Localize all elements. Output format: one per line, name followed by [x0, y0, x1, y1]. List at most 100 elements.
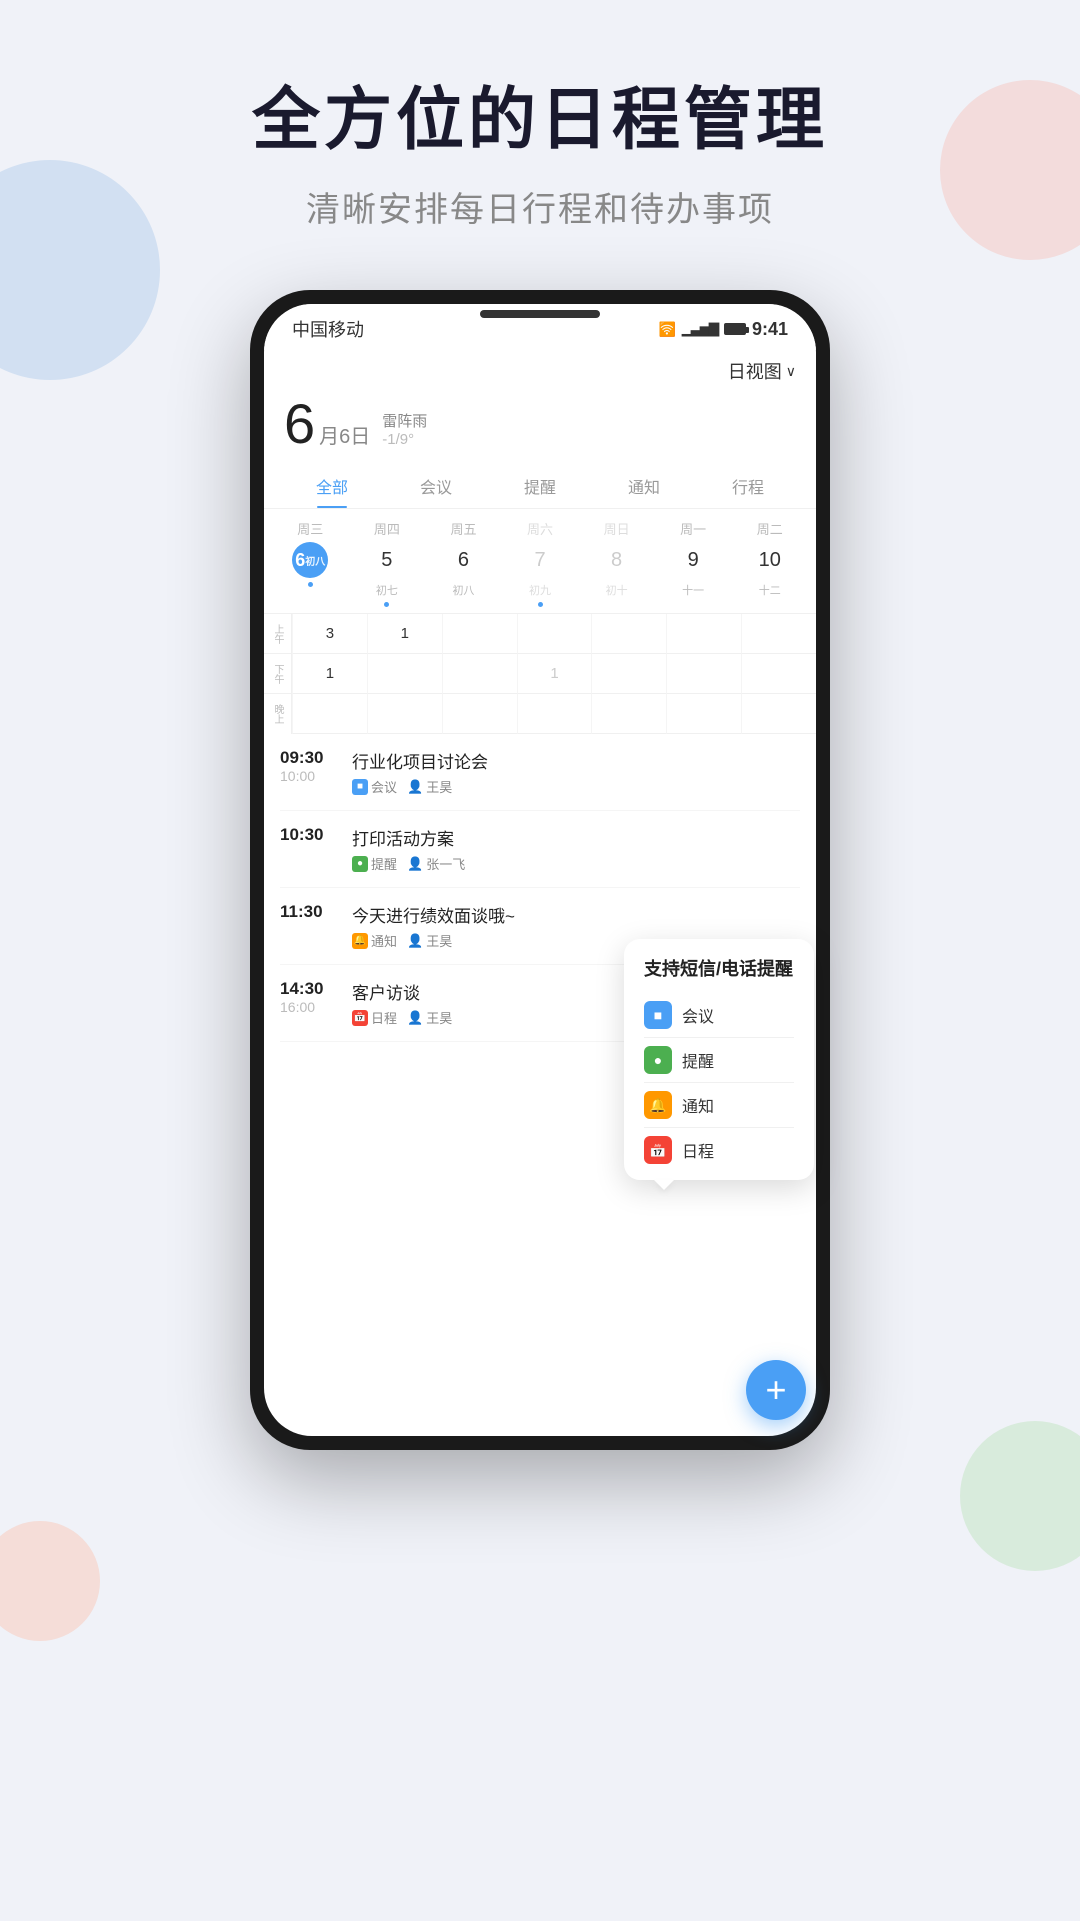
event-type-badge-2: ● 提醒 — [352, 854, 397, 873]
grid-cell-2-am — [442, 614, 517, 654]
event-item-1[interactable]: 09:30 10:00 行业化项目讨论会 ■ 会议 👤 王昊 — [280, 734, 800, 811]
phone-notch — [480, 310, 600, 318]
week-day-mon[interactable]: 周一 9 十一 — [655, 519, 732, 607]
popup-action-schedule[interactable]: 📅 日程 — [644, 1128, 794, 1172]
date-month: 月6日 — [319, 420, 370, 449]
person-icon-3: 👤 — [407, 933, 423, 949]
grid-col-3: 1 — [517, 614, 592, 734]
grid-cell-2-eve — [442, 694, 517, 734]
grid-cell-4-am — [591, 614, 666, 654]
event-meta-2: ● 提醒 👤 张一飞 — [352, 854, 800, 873]
grid-col-5 — [666, 614, 741, 734]
tab-meeting[interactable]: 会议 — [384, 464, 488, 508]
popup-action-remind[interactable]: ● 提醒 — [644, 1038, 794, 1083]
event-person-3: 👤 王昊 — [407, 931, 452, 950]
bg-circle-green — [960, 1421, 1080, 1571]
event-person-4: 👤 王昊 — [407, 1008, 452, 1027]
view-selector[interactable]: 日视图 ∨ — [264, 350, 816, 388]
week-days-row: 周三 6初八 周四 5 初七 周五 6 初八 — [272, 519, 808, 607]
week-day-fri[interactable]: 周五 6 初八 — [425, 519, 502, 607]
person-icon-2: 👤 — [407, 856, 423, 872]
popup-action-notify[interactable]: 🔔 通知 — [644, 1083, 794, 1128]
day-name-fri: 周五 — [450, 519, 476, 538]
event-end-4: 16:00 — [280, 999, 344, 1015]
event-item-2[interactable]: 10:30 打印活动方案 ● 提醒 👤 张一飞 — [280, 811, 800, 888]
day-num-fri: 6 — [445, 542, 481, 578]
popup-title: 支持短信/电话提醒 — [644, 955, 794, 981]
grid-cell-6-am — [741, 614, 816, 654]
grid-cell-0-eve — [292, 694, 367, 734]
time-label-eve: 晚上 — [264, 694, 291, 734]
grid-cell-4-pm — [591, 654, 666, 694]
event-end-1: 10:00 — [280, 768, 344, 784]
week-calendar: 周三 6初八 周四 5 初七 周五 6 初八 — [264, 509, 816, 613]
weather-type: 雷阵雨 — [382, 410, 427, 431]
popup-notify-icon: 🔔 — [644, 1091, 672, 1119]
day-name-mon: 周一 — [680, 519, 706, 538]
notify-icon: 🔔 — [352, 933, 368, 949]
day-dot-sun — [614, 602, 619, 607]
status-time: 9:41 — [752, 319, 788, 340]
header-section: 全方位的日程管理 清晰安排每日行程和待办事项 — [0, 0, 1080, 271]
week-day-sat[interactable]: 周六 7 初九 — [502, 519, 579, 607]
view-selector-label: 日视图 — [728, 358, 782, 384]
week-day-thu[interactable]: 周四 5 初七 — [349, 519, 426, 607]
grid-cell-6-pm — [741, 654, 816, 694]
day-lunar-mon: 十一 — [682, 582, 704, 598]
grid-cell-5-pm — [666, 654, 741, 694]
event-start-1: 09:30 — [280, 748, 344, 768]
popup-schedule-icon: 📅 — [644, 1136, 672, 1164]
event-start-2: 10:30 — [280, 825, 344, 845]
grid-cell-1-am: 1 — [367, 614, 442, 654]
tab-schedule[interactable]: 行程 — [696, 464, 800, 508]
day-lunar-sun: 初十 — [606, 582, 628, 598]
popup-meeting-label: 会议 — [682, 1003, 714, 1027]
fab-add-button[interactable]: + — [746, 1360, 806, 1420]
day-name-tue: 周二 — [757, 519, 783, 538]
event-title-1: 行业化项目讨论会 — [352, 748, 800, 773]
week-day-wed[interactable]: 周三 6初八 — [272, 519, 349, 607]
day-name-thu: 周四 — [374, 519, 400, 538]
person-icon-4: 👤 — [407, 1010, 423, 1026]
grid-cell-3-pm: 1 — [517, 654, 592, 694]
event-type-badge-1: ■ 会议 — [352, 777, 397, 796]
grid-cell-4-eve — [591, 694, 666, 734]
carrier-label: 中国移动 — [292, 316, 364, 342]
week-day-sun[interactable]: 周日 8 初十 — [578, 519, 655, 607]
day-num-mon: 9 — [675, 542, 711, 578]
tab-remind[interactable]: 提醒 — [488, 464, 592, 508]
popup-schedule-label: 日程 — [682, 1138, 714, 1162]
remind-icon: ● — [352, 856, 368, 872]
event-type-label-2: 提醒 — [371, 854, 397, 873]
grid-cell-5-am — [666, 614, 741, 654]
event-type-badge-4: 📅 日程 — [352, 1008, 397, 1027]
phone-screen: 中国移动 🛜 ▁▃▅▇ 9:41 日视图 ∨ 6 月6日 雷阵雨 -1/9° — [264, 304, 816, 1436]
event-title-3: 今天进行绩效面谈哦~ — [352, 902, 800, 927]
day-dot-thu — [384, 602, 389, 607]
grid-col-4 — [591, 614, 666, 734]
week-day-tue[interactable]: 周二 10 十二 — [731, 519, 808, 607]
popup-action-meeting[interactable]: ■ 会议 — [644, 993, 794, 1038]
tab-notify[interactable]: 通知 — [592, 464, 696, 508]
day-dot-tue — [767, 602, 772, 607]
person-name-1: 王昊 — [426, 777, 452, 796]
date-day: 6 — [284, 396, 315, 452]
day-name-sun: 周日 — [604, 519, 630, 538]
popup-bubble: 支持短信/电话提醒 ■ 会议 ● 提醒 🔔 通知 📅 日程 — [624, 939, 814, 1180]
person-icon-1: 👤 — [407, 779, 423, 795]
grid-col-6 — [741, 614, 816, 734]
day-num-wed: 6初八 — [292, 542, 328, 578]
grid-col-2 — [442, 614, 517, 734]
day-lunar-thu: 初七 — [376, 582, 398, 598]
day-num-sat: 7 — [522, 542, 558, 578]
grid-col-0: 3 1 — [292, 614, 367, 734]
event-person-2: 👤 张一飞 — [407, 854, 465, 873]
schedule-grid: 上午 下午 晚上 3 1 1 — [264, 613, 816, 734]
signal-icon: ▁▃▅▇ — [682, 321, 718, 337]
popup-remind-label: 提醒 — [682, 1048, 714, 1072]
grid-cell-6-eve — [741, 694, 816, 734]
day-dot-sat — [538, 602, 543, 607]
event-time-2: 10:30 — [280, 825, 344, 845]
grid-col-1: 1 — [367, 614, 442, 734]
tab-all[interactable]: 全部 — [280, 464, 384, 508]
